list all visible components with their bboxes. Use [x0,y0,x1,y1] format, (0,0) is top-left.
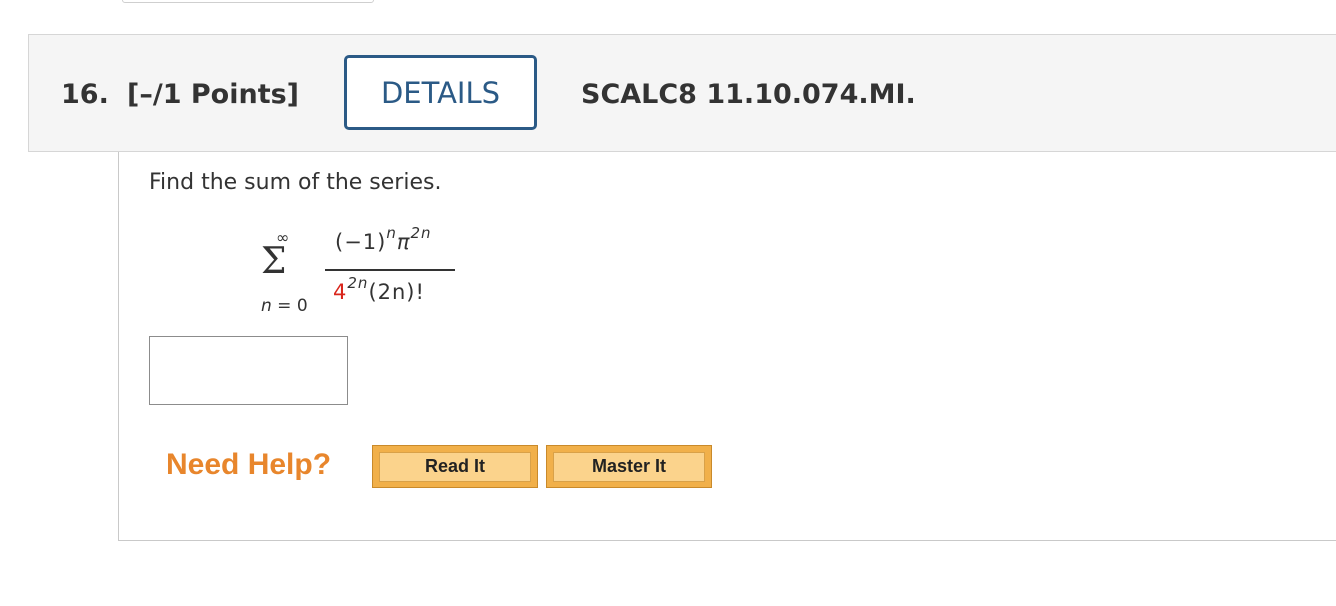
question-number: 16. [61,79,109,110]
answer-input[interactable] [149,336,348,405]
numerator-pi: π [396,230,411,254]
summation-symbol: Σ [261,241,287,282]
denominator-factorial: (2n)! [368,280,425,304]
master-it-label: Master It [553,451,705,482]
fraction-denominator: 42n(2n)! [333,274,425,304]
numerator-exponent-1: n [386,224,397,242]
read-it-label: Read It [379,451,531,482]
denominator-base: 4 [333,280,348,304]
series-expression: ∞ Σ n = 0 (−1)nπ2n 42n(2n)! [247,224,477,324]
need-help-label: Need Help? [166,448,332,481]
fraction-bar [325,269,455,271]
numerator-base: (−1) [335,230,387,254]
question-header: 16. [–/1 Points] DETAILS SCALC8 11.10.07… [28,34,1336,152]
master-it-button[interactable]: Master It [546,445,712,488]
previous-panel-edge [122,0,374,3]
details-button[interactable]: DETAILS [344,55,537,130]
denominator-exponent: 2n [347,274,369,292]
lower-limit-variable: n [261,296,272,316]
sum-lower-limit: n = 0 [261,296,308,316]
question-points: [–/1 Points] [127,79,300,110]
question-content: Find the sum of the series. ∞ Σ n = 0 (−… [118,152,1336,541]
lower-limit-value: = 0 [271,296,308,316]
fraction-numerator: (−1)nπ2n [335,224,432,254]
question-prompt: Find the sum of the series. [149,170,442,195]
read-it-button[interactable]: Read It [372,445,538,488]
numerator-exponent-2: 2n [410,224,432,242]
question-code: SCALC8 11.10.074.MI. [581,79,916,110]
